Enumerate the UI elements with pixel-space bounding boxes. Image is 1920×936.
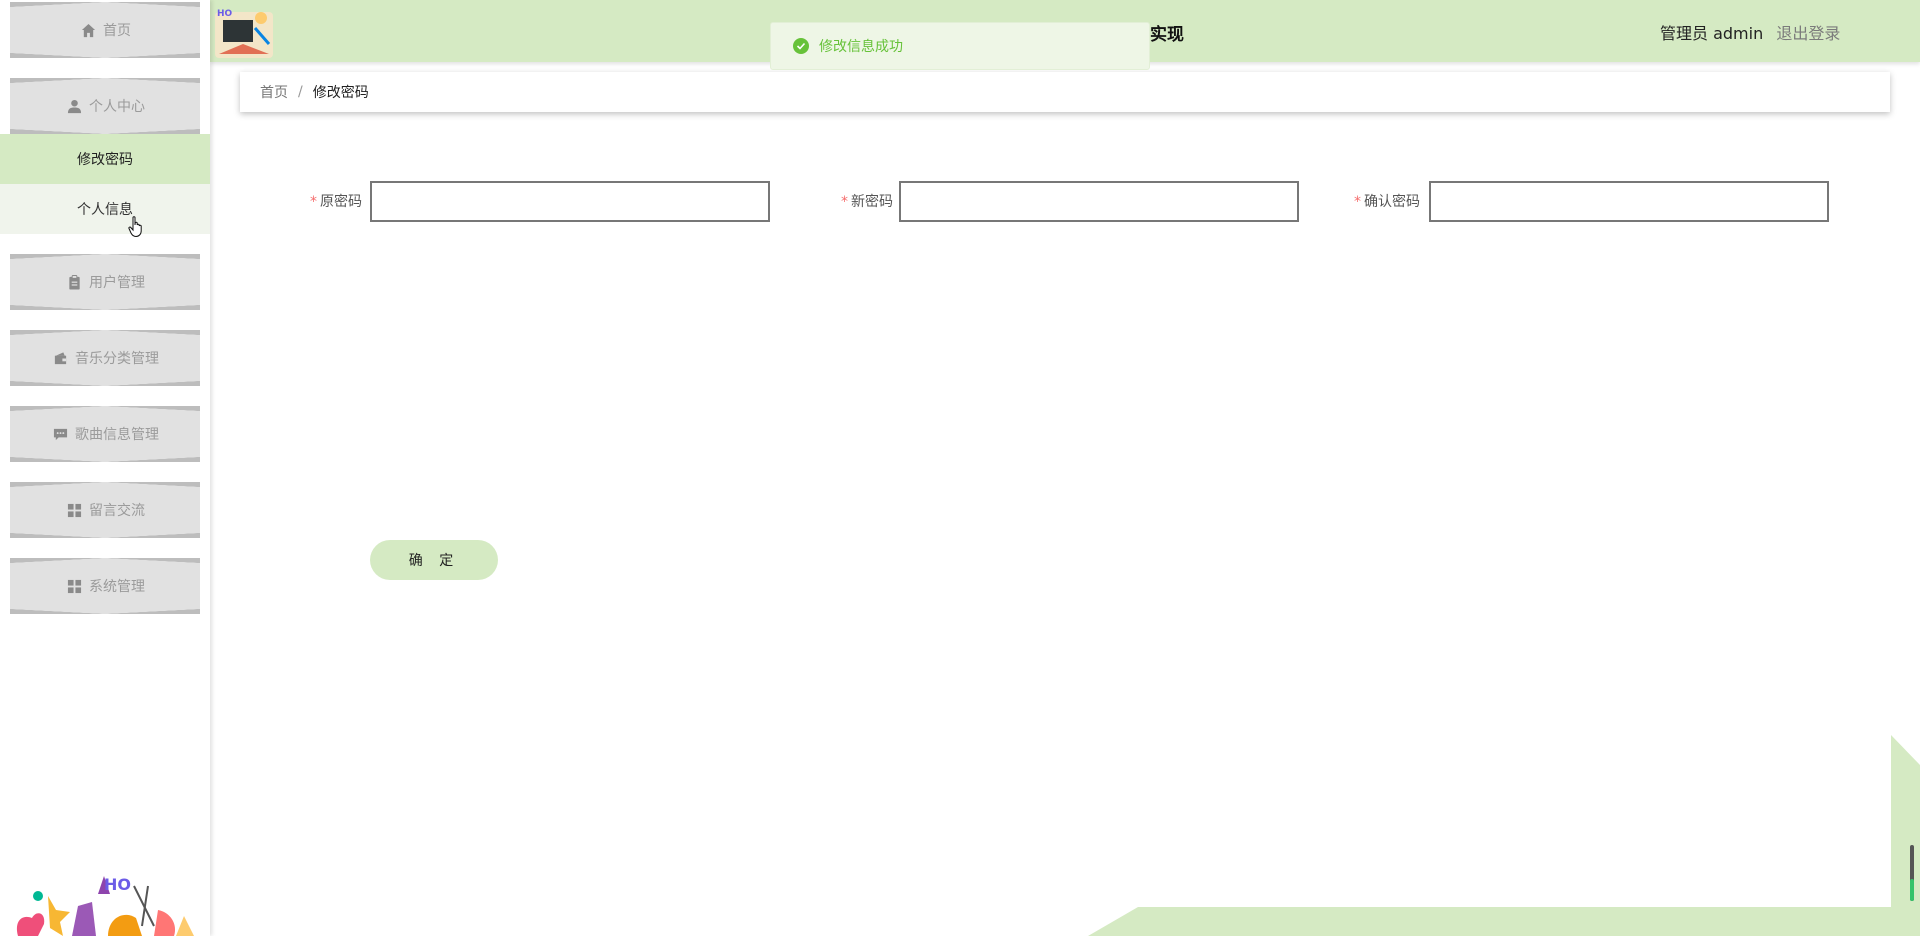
clipboard-icon <box>65 273 83 291</box>
old-password-label: * 原密码 <box>310 194 362 210</box>
confirm-password-label: * 确认密码 <box>1354 194 1420 210</box>
user-icon <box>65 97 83 115</box>
scroll-indicator[interactable] <box>1910 845 1914 901</box>
old-password-field[interactable] <box>370 181 770 222</box>
required-marker: * <box>310 194 317 210</box>
breadcrumb-separator: / <box>298 84 303 100</box>
required-marker: * <box>1354 194 1361 210</box>
breadcrumb-current: 修改密码 <box>312 85 369 101</box>
success-toast: 修改信息成功 <box>770 22 1150 70</box>
right-decoration-band <box>1891 735 1920 915</box>
confirm-password-field[interactable] <box>1429 181 1829 222</box>
svg-text:HO: HO <box>104 875 131 894</box>
sidebar-item-label: 音乐分类管理 <box>75 351 159 367</box>
wallet-icon <box>51 349 69 367</box>
sidebar-item-personal-center[interactable]: 个人中心 <box>10 78 200 134</box>
app-logo: HO <box>215 9 273 58</box>
sidebar-item-song-info[interactable]: 歌曲信息管理 <box>10 406 200 462</box>
required-marker: * <box>841 194 848 210</box>
sidebar-item-label: 首页 <box>103 23 131 39</box>
sidebar-subitem-change-password[interactable]: 修改密码 <box>0 134 210 184</box>
sidebar-item-label: 系统管理 <box>89 579 145 595</box>
sidebar-item-label: 留言交流 <box>89 503 145 519</box>
app-title: 实现 <box>1150 25 1184 45</box>
sidebar: 首页 个人中心 修改密码 个人信息 用户管理 音乐分类管理 歌曲信息管理 留言交… <box>0 0 210 936</box>
confirm-button[interactable]: 确 定 <box>370 540 498 580</box>
sidebar-subitem-label: 个人信息 <box>77 202 133 218</box>
bottom-decoration-band <box>1088 907 1920 936</box>
header-user-area: 管理员 admin 退出登录 <box>1660 20 1920 44</box>
pointer-cursor-icon <box>128 216 142 238</box>
sidebar-item-label: 个人中心 <box>89 99 145 115</box>
sidebar-item-home[interactable]: 首页 <box>10 2 200 58</box>
new-password-field[interactable] <box>899 181 1299 222</box>
logout-link[interactable]: 退出登录 <box>1776 24 1840 43</box>
sidebar-item-messages[interactable]: 留言交流 <box>10 482 200 538</box>
current-user-label: 管理员 admin <box>1660 24 1764 43</box>
check-circle-icon <box>793 38 809 54</box>
scroll-indicator-fill <box>1910 879 1914 901</box>
toast-message: 修改信息成功 <box>819 39 903 55</box>
home-icon <box>79 21 97 39</box>
sidebar-item-system[interactable]: 系统管理 <box>10 558 200 614</box>
sidebar-decoration-illustration: HO <box>16 875 194 936</box>
grid-icon <box>65 577 83 595</box>
breadcrumb: 首页 / 修改密码 <box>240 72 1890 112</box>
chat-icon <box>51 425 69 443</box>
new-password-label: * 新密码 <box>841 194 893 210</box>
sidebar-item-label: 用户管理 <box>89 275 145 291</box>
sidebar-subitem-label: 修改密码 <box>77 152 133 168</box>
sidebar-item-label: 歌曲信息管理 <box>75 427 159 443</box>
sidebar-subitem-personal-info[interactable]: 个人信息 <box>0 184 210 234</box>
breadcrumb-home-link[interactable]: 首页 <box>260 82 288 102</box>
svg-text:HO: HO <box>217 9 233 19</box>
sidebar-item-music-category[interactable]: 音乐分类管理 <box>10 330 200 386</box>
grid-icon <box>65 501 83 519</box>
sidebar-item-user-management[interactable]: 用户管理 <box>10 254 200 310</box>
